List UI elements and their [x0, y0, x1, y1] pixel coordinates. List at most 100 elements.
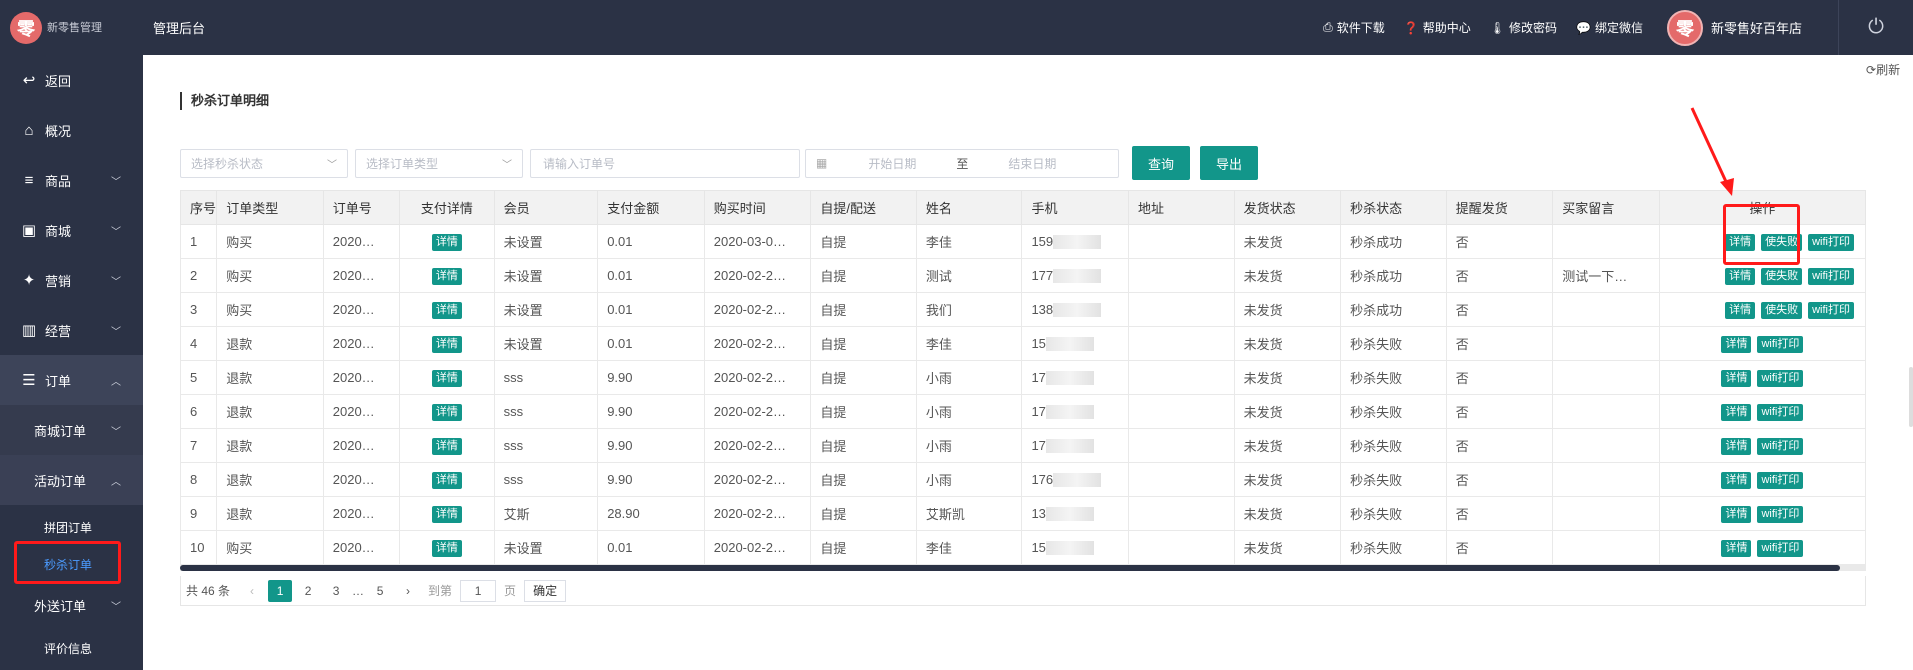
pay-detail-button[interactable]: 详情: [431, 335, 462, 353]
detail-button[interactable]: 详情: [1725, 301, 1756, 319]
redacted-phone: [1045, 439, 1094, 454]
time-cell: 2020-02-2…: [703, 496, 812, 531]
status-cell: 秒杀失败: [1340, 394, 1447, 429]
sidebar-item-marketing[interactable]: ✦ 营销 ﹀: [0, 255, 143, 305]
top-link-0[interactable]: ⎙ 软件下载: [1323, 19, 1385, 36]
query-button[interactable]: 查询: [1132, 146, 1190, 180]
sidebar-item-goods[interactable]: ≡ 商品 ﹀: [0, 155, 143, 205]
pickup-cell: 自提: [810, 496, 917, 531]
detail-button[interactable]: 详情: [1721, 335, 1752, 353]
pay-detail-cell: 详情: [399, 462, 495, 497]
detail-button[interactable]: 详情: [1721, 403, 1752, 421]
wifi-print-button[interactable]: wifi打印: [1808, 267, 1854, 285]
member-cell: 未设置: [493, 224, 599, 259]
member-cell: sss: [493, 394, 599, 429]
page-number[interactable]: 3: [324, 580, 348, 602]
wifi-print-button[interactable]: wifi打印: [1808, 233, 1854, 251]
ship-cell: 未发货: [1233, 462, 1342, 497]
wifi-print-button[interactable]: wifi打印: [1757, 437, 1804, 455]
detail-button[interactable]: 详情: [1721, 539, 1752, 557]
logo[interactable]: 零 新零售管理: [0, 0, 143, 55]
wifi-print-button[interactable]: wifi打印: [1757, 505, 1804, 523]
phone-cell: 177: [1021, 258, 1130, 293]
wifi-print-button[interactable]: wifi打印: [1757, 403, 1804, 421]
detail-button[interactable]: 详情: [1721, 369, 1752, 387]
next-page-icon[interactable]: ›: [396, 580, 420, 602]
power-icon[interactable]: ⏻: [1838, 0, 1913, 55]
date-range-picker[interactable]: ▦ 开始日期 至 结束日期: [805, 148, 1119, 178]
highlight-box: [14, 541, 121, 584]
sidebar-item-orders[interactable]: ☰ 订单 ︿: [0, 355, 143, 405]
sidebar-item-business[interactable]: ▥ 经营 ﹀: [0, 305, 143, 355]
pickup-cell: 自提: [810, 258, 917, 293]
sidebar-item-label: 活动订单: [34, 473, 87, 489]
pay-detail-cell: 详情: [399, 292, 495, 327]
sidebar-item-mall[interactable]: ▣ 商城 ﹀: [0, 205, 143, 255]
pay-detail-button[interactable]: 详情: [431, 233, 462, 251]
column-header: 地址: [1128, 190, 1235, 225]
make-fail-button[interactable]: 使失败: [1761, 267, 1803, 285]
wifi-print-button[interactable]: wifi打印: [1757, 369, 1804, 387]
remind-cell: 否: [1445, 462, 1554, 497]
gift-icon: ✦: [22, 272, 36, 289]
goto-page-input[interactable]: 1: [460, 579, 497, 602]
address-cell: [1128, 326, 1235, 361]
page-number[interactable]: 5: [368, 580, 392, 602]
detail-button[interactable]: 详情: [1721, 471, 1752, 489]
top-link-1[interactable]: ❓ 帮助中心: [1404, 19, 1471, 36]
horizontal-scrollbar[interactable]: [180, 565, 1866, 571]
sidebar-item-delivery-orders[interactable]: 外送订单 ﹀: [0, 583, 143, 627]
type-cell: 购买: [216, 530, 324, 565]
sidebar-item-mall-orders[interactable]: 商城订单 ﹀: [0, 405, 143, 455]
top-link-3[interactable]: 💬 绑定微信: [1576, 19, 1643, 36]
pay-detail-button[interactable]: 详情: [431, 505, 462, 523]
wifi-print-button[interactable]: wifi打印: [1757, 335, 1804, 353]
confirm-button[interactable]: 确定: [524, 579, 567, 602]
type-cell: 购买: [216, 292, 324, 327]
sidebar-item-back[interactable]: ↩ 返回: [0, 55, 143, 105]
pay-detail-button[interactable]: 详情: [431, 539, 462, 557]
pay-detail-button[interactable]: 详情: [431, 471, 462, 489]
wifi-print-button[interactable]: wifi打印: [1808, 301, 1854, 319]
pay-detail-button[interactable]: 详情: [431, 267, 462, 285]
order-no-input[interactable]: 请输入订单号: [530, 148, 800, 178]
sidebar-item-activity-orders[interactable]: 活动订单 ︿: [0, 455, 143, 505]
user-menu[interactable]: 零 新零售好百年店: [1666, 9, 1802, 46]
pay-detail-button[interactable]: 详情: [431, 369, 462, 387]
amount-cell: 9.90: [597, 360, 705, 395]
pay-detail-button[interactable]: 详情: [431, 437, 462, 455]
prev-page-icon[interactable]: ‹: [240, 580, 264, 602]
detail-button[interactable]: 详情: [1721, 437, 1752, 455]
refresh-icon: ⟳: [1866, 63, 1877, 77]
order-cell: 2020…: [322, 530, 401, 565]
detail-button[interactable]: 详情: [1721, 505, 1752, 523]
wifi-print-button[interactable]: wifi打印: [1757, 471, 1804, 489]
top-link-2[interactable]: 🌡 修改密码: [1490, 19, 1557, 36]
page-number[interactable]: 2: [296, 580, 320, 602]
page-number[interactable]: 1: [268, 579, 293, 602]
home-icon: ⌂: [24, 121, 34, 139]
refresh-button[interactable]: ⟳刷新: [1866, 61, 1900, 78]
pay-detail-button[interactable]: 详情: [431, 403, 462, 421]
shopping-bag-icon: ▣: [21, 222, 37, 239]
order-type-select[interactable]: 选择订单类型 ﹀: [355, 148, 523, 178]
scrollbar-thumb[interactable]: [180, 565, 1840, 571]
amount-cell: 28.90: [597, 496, 705, 531]
page-scrollbar[interactable]: [1909, 367, 1913, 427]
redacted-phone: [1045, 541, 1094, 556]
redacted-phone: [1045, 371, 1094, 386]
sidebar-item-overview[interactable]: ⌂ 概况: [0, 105, 143, 155]
seckill-status-select[interactable]: 选择秒杀状态 ﹀: [180, 148, 348, 178]
pay-detail-button[interactable]: 详情: [431, 301, 462, 319]
name-cell: 小雨: [915, 462, 1023, 497]
address-cell: [1128, 394, 1235, 429]
end-date-input[interactable]: 结束日期: [977, 155, 1087, 172]
wifi-print-button[interactable]: wifi打印: [1757, 539, 1804, 557]
detail-button[interactable]: 详情: [1725, 267, 1756, 285]
sidebar-item-reviews[interactable]: 评价信息: [0, 627, 143, 669]
order-cell: 2020…: [322, 394, 401, 429]
make-fail-button[interactable]: 使失败: [1761, 301, 1803, 319]
top-title: 管理后台: [153, 21, 206, 36]
export-button[interactable]: 导出: [1200, 146, 1258, 180]
start-date-input[interactable]: 开始日期: [837, 155, 947, 172]
